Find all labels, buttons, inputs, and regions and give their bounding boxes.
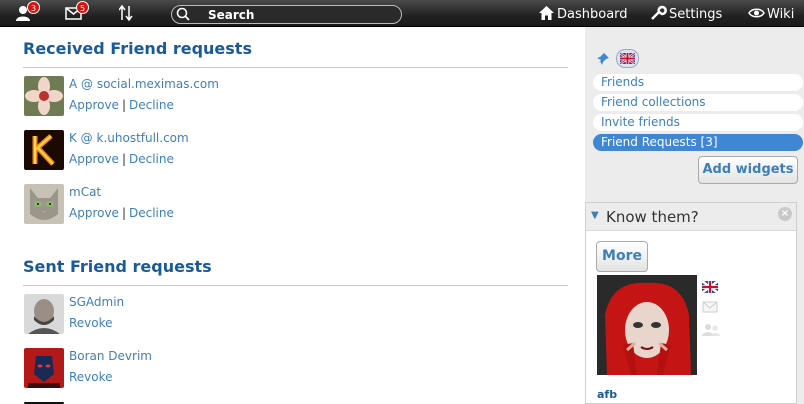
received-request-item: K @ k.uhostfull.com Approve | Decline [24,130,564,172]
bald-man-avatar-image [24,294,64,334]
request-actions: Revoke [69,316,113,330]
sort-arrows-icon [118,4,133,22]
wiki-link[interactable]: Wiki [748,5,794,23]
know-them-widget: ▼ Know them? × More afb [585,202,797,404]
home-icon [539,6,554,20]
close-icon[interactable]: × [778,207,792,221]
decline-link[interactable]: Decline [129,152,174,166]
settings-link[interactable]: Settings [650,5,722,23]
add-friend-icon[interactable] [702,323,720,337]
divider [23,285,568,286]
approve-link[interactable]: Approve [69,98,119,112]
search-icon [176,7,190,21]
request-actions: Revoke [69,370,113,384]
fire-letter-avatar-image [24,130,64,170]
dashboard-link[interactable]: Dashboard [538,5,628,23]
sidebar-item-friend-requests[interactable]: Friend Requests [3] [593,134,803,151]
widget-title: Know them? [606,208,699,226]
decline-link[interactable]: Decline [129,206,174,220]
request-actions: Approve | Decline [69,98,174,112]
avatar[interactable] [24,130,64,170]
sent-requests-title: Sent Friend requests [23,257,212,276]
decline-link[interactable]: Decline [129,98,174,112]
red-haired-woman-image [597,275,697,375]
cat-avatar-image [24,184,64,224]
suggested-user-photo[interactable] [597,275,697,375]
language-flag-button[interactable] [616,49,639,68]
requester-name-link[interactable]: mCat [69,185,101,199]
mail-icon[interactable] [702,301,718,313]
requester-name-link[interactable]: A @ social.meximas.com [69,77,219,91]
notifications-badge: 3 [27,1,40,14]
messages-button[interactable]: 5 [65,1,89,24]
wiki-link-label: Wiki [767,7,795,22]
uk-flag-icon [702,281,718,293]
sidebar-item-friend-collections[interactable]: Friend collections [593,94,803,111]
sidebar-item-friends[interactable]: Friends [593,74,803,91]
separator: | [121,152,126,166]
sent-request-item: Boran Devrim Revoke [24,348,564,390]
masked-figure-avatar-image [24,348,64,388]
notifications-button[interactable]: 3 [16,1,40,24]
add-widgets-button[interactable]: Add widgets [698,156,798,184]
messages-badge: 5 [76,1,89,14]
sent-request-item: SGAdmin Revoke [24,294,564,336]
received-request-item: A @ social.meximas.com Approve | Decline [24,76,564,118]
recipient-name-link[interactable]: SGAdmin [69,295,124,309]
uk-flag-icon [620,53,635,64]
settings-link-label: Settings [669,7,723,22]
pin-icon[interactable] [596,52,610,66]
sidebar-item-invite-friends[interactable]: Invite friends [593,114,803,131]
more-button[interactable]: More [596,241,648,272]
top-navigation-bar: 3 5 Dashboard Settings Wik [0,0,804,27]
approve-link[interactable]: Approve [69,152,119,166]
suggested-user-name[interactable]: afb [597,388,617,401]
main-content: Received Friend requests A @ social.mexi… [4,27,581,404]
approve-link[interactable]: Approve [69,206,119,220]
collapse-triangle-icon[interactable]: ▼ [591,210,599,221]
dashboard-link-label: Dashboard [557,7,628,22]
search-box[interactable] [171,5,402,24]
separator: | [121,98,126,112]
avatar[interactable] [24,76,64,116]
widget-header[interactable]: ▼ Know them? × [586,203,796,231]
flower-avatar-image [24,76,64,116]
separator: | [121,206,126,220]
requester-name-link[interactable]: K @ k.uhostfull.com [69,131,189,145]
sort-button[interactable] [118,4,133,24]
revoke-link[interactable]: Revoke [69,370,113,384]
divider [23,67,568,68]
request-actions: Approve | Decline [69,152,174,166]
avatar[interactable] [24,184,64,224]
right-sidebar: Friends Friend collections Invite friend… [585,27,804,404]
search-input[interactable] [208,7,393,22]
avatar[interactable] [24,348,64,388]
revoke-link[interactable]: Revoke [69,316,113,330]
avatar[interactable] [24,294,64,334]
eye-icon [748,8,765,18]
recipient-name-link[interactable]: Boran Devrim [69,349,152,363]
request-actions: Approve | Decline [69,206,174,220]
wrench-icon [651,5,667,20]
received-requests-title: Received Friend requests [23,39,252,58]
received-request-item: mCat Approve | Decline [24,184,564,226]
